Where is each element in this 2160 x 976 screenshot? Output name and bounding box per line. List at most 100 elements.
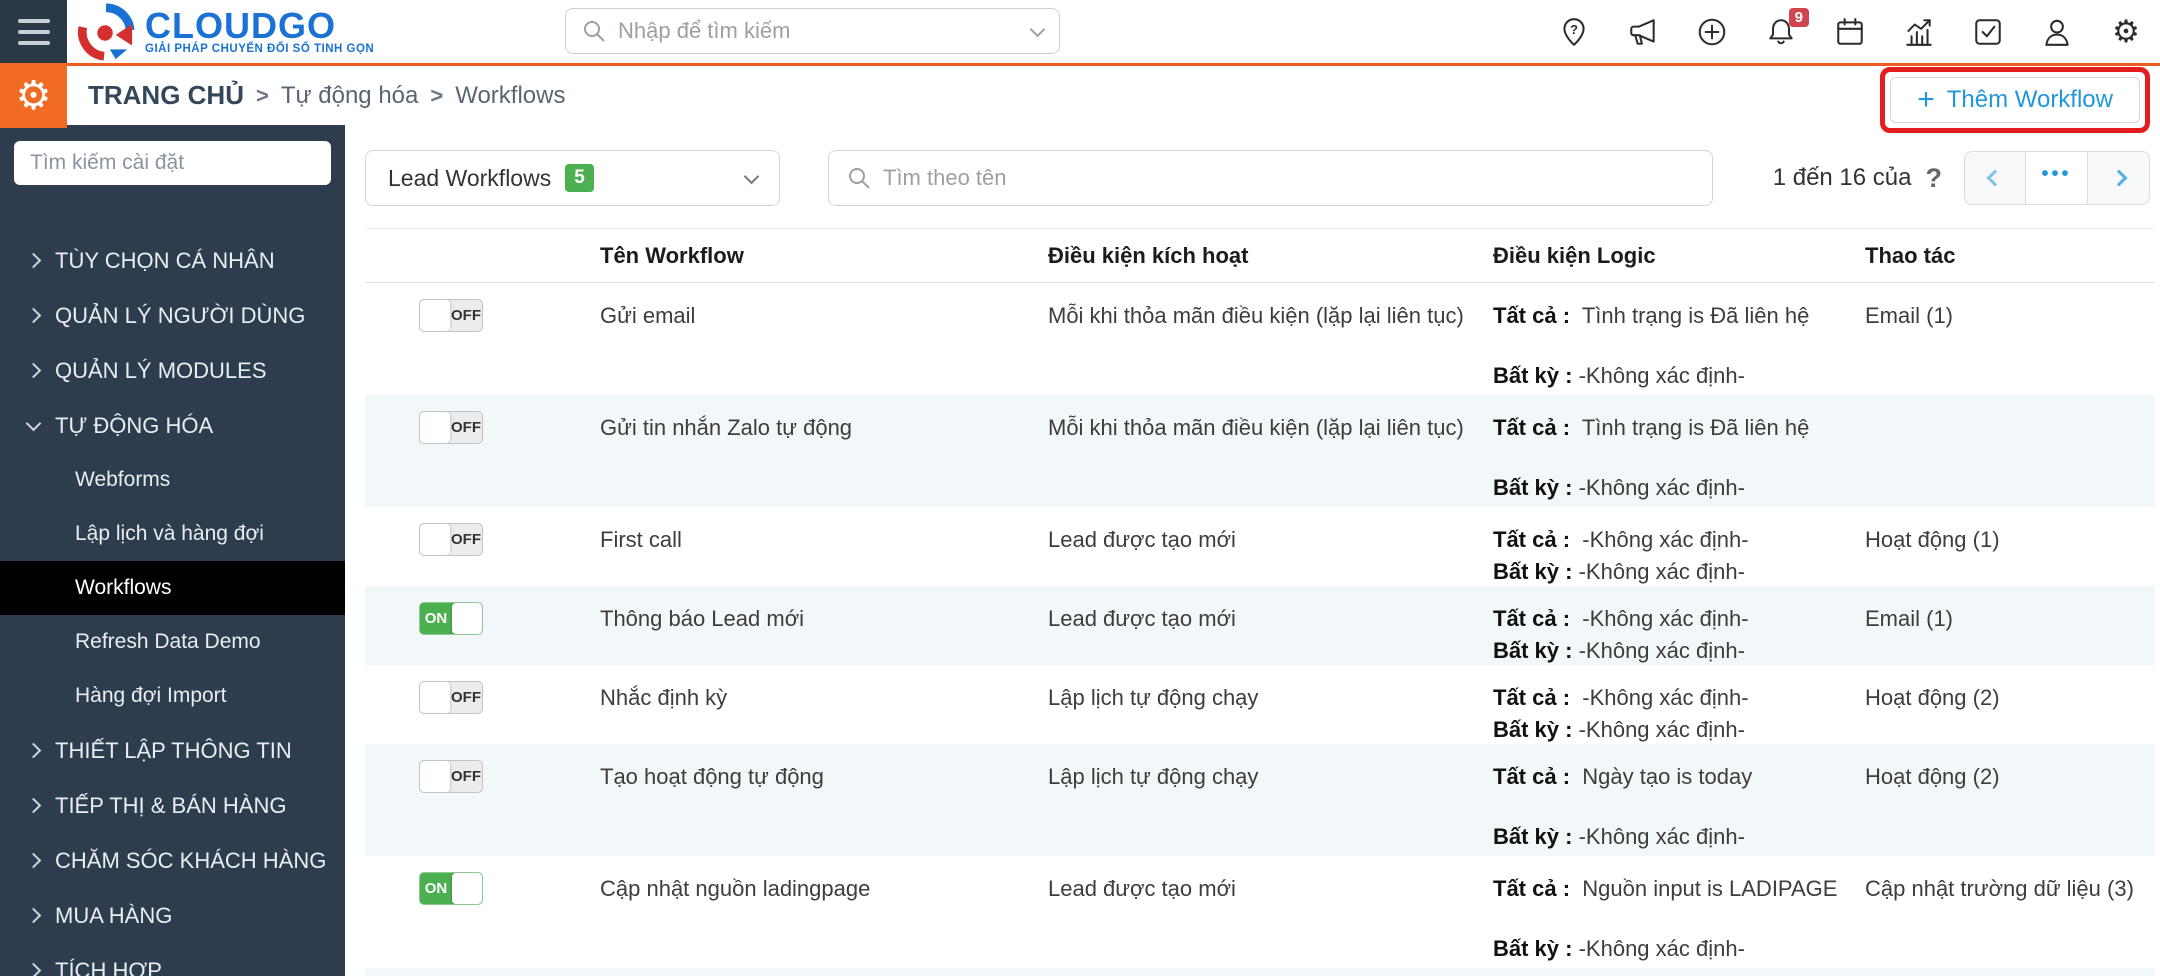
- sidebar-group-1[interactable]: QUẢN LÝ NGƯỜI DÙNG: [0, 288, 345, 343]
- tasks-icon[interactable]: [1972, 16, 2004, 48]
- calendar-icon[interactable]: [1834, 16, 1866, 48]
- sidebar-item-webforms[interactable]: Webforms: [0, 453, 345, 507]
- workflow-enabled-toggle[interactable]: OFF: [419, 411, 483, 444]
- sidebar-group-label: TÙY CHỌN CÁ NHÂN: [55, 247, 275, 273]
- workflow-name[interactable]: Gửi tin nhắn Zalo tự động: [575, 395, 1023, 441]
- workflow-type-dropdown[interactable]: Lead Workflows 5: [365, 150, 780, 206]
- toggle-knob: [452, 873, 482, 904]
- global-search[interactable]: [565, 8, 1060, 54]
- logic-any-line: Bất kỳ : -Không xác định-: [1493, 475, 1745, 500]
- workflow-name[interactable]: First call: [575, 507, 1023, 553]
- workflow-name[interactable]: Tạo hoạt động tự động: [575, 744, 1023, 790]
- workflow-logic: Tất cả : Nguồn input is CRM: [1468, 968, 1840, 976]
- toggle-state-label: OFF: [451, 307, 481, 324]
- workflow-trigger: Lead được tạo mới: [1048, 527, 1236, 552]
- toggle-knob: [420, 524, 450, 555]
- table-row: OFF Nhắc định kỳ Lập lịch tự động chạy Tất …: [365, 665, 2155, 744]
- logic-any-line: Bất kỳ : -Không xác định-: [1493, 559, 1745, 584]
- workflow-name[interactable]: Nhắc định kỳ: [575, 665, 1023, 711]
- settings-icon[interactable]: ⚙: [2110, 16, 2142, 48]
- sidebar-group-label: TÍCH HỢP: [55, 957, 162, 976]
- workflow-actions: [1840, 395, 2155, 415]
- toggle-knob: [420, 412, 450, 443]
- sidebar-group-8[interactable]: TÍCH HỢP: [0, 943, 345, 976]
- workflow-logic: Tất cả : Nguồn input is LADIPAGE Bất kỳ :…: [1468, 856, 1840, 962]
- sidebar-group-2[interactable]: QUẢN LÝ MODULES: [0, 343, 345, 398]
- workflow-name[interactable]: Cập nhật nguồn ladingpage: [575, 856, 1023, 902]
- prev-page-button[interactable]: [1964, 151, 2026, 205]
- breadcrumb-separator: >: [256, 82, 269, 108]
- workflow-actions: Hoạt động (2): [1865, 764, 2000, 789]
- hamburger-menu-icon[interactable]: [0, 0, 67, 63]
- workflow-trigger: Lead được tạo mới: [1048, 876, 1236, 901]
- reports-icon[interactable]: [1903, 16, 1935, 48]
- location-help-icon[interactable]: ?: [1558, 16, 1590, 48]
- workflow-name[interactable]: Gửi email: [575, 283, 1023, 329]
- logic-all-line: Tất cả : Tình trạng is Đã liên hệ: [1493, 303, 1810, 328]
- breadcrumb-item-automation[interactable]: Tự động hóa: [281, 82, 419, 110]
- sidebar-item-refresh-data-demo[interactable]: Refresh Data Demo: [0, 615, 345, 669]
- pagination-total-help[interactable]: ?: [1926, 163, 1943, 194]
- toggle-cell: OFF: [365, 507, 575, 556]
- sidebar-group-7[interactable]: MUA HÀNG: [0, 888, 345, 943]
- breadcrumb-home[interactable]: TRANG CHỦ: [88, 80, 244, 111]
- table-row: ON Thông báo Lead mới Lead được tạo mới Tất…: [365, 586, 2155, 665]
- logic-any-line: Bất kỳ : -Không xác định-: [1493, 638, 1745, 663]
- chevron-right-icon: [25, 252, 42, 269]
- logic-all-line: Tất cả : Tình trạng is Đã liên hệ: [1493, 415, 1810, 440]
- sidebar-group-5[interactable]: TIẾP THỊ & BÁN HÀNG: [0, 778, 345, 833]
- workflow-enabled-toggle[interactable]: OFF: [419, 760, 483, 793]
- toggle-state-label: ON: [424, 880, 448, 897]
- sidebar-item-h-ng-i-import[interactable]: Hàng đợi Import: [0, 669, 345, 723]
- workflow-actions: Cập nhật trường dữ liệu (1): [1840, 968, 2155, 976]
- logic-all-line: Tất cả : -Không xác định-: [1493, 527, 1749, 552]
- workflow-name[interactable]: Thông báo Lead mới: [575, 586, 1023, 632]
- workflow-enabled-toggle[interactable]: OFF: [419, 681, 483, 714]
- add-workflow-button[interactable]: + Thêm Workflow: [1890, 77, 2140, 123]
- chevron-right-icon: [25, 962, 42, 976]
- page-list-button[interactable]: •••: [2026, 151, 2088, 205]
- quick-create-icon[interactable]: [1696, 16, 1728, 48]
- workflow-enabled-toggle[interactable]: OFF: [419, 523, 483, 556]
- app-logo[interactable]: CLOUDGO GIẢI PHÁP CHUYỂN ĐỔI SỐ TINH GỌN: [77, 2, 375, 61]
- search-icon: [584, 21, 605, 42]
- workflow-enabled-toggle[interactable]: OFF: [419, 299, 483, 332]
- chevron-right-icon: [25, 362, 42, 379]
- sidebar-group-4[interactable]: THIẾT LẬP THÔNG TIN: [0, 723, 345, 778]
- sidebar-item-workflows[interactable]: Workflows: [0, 561, 345, 615]
- brand-tagline: GIẢI PHÁP CHUYỂN ĐỔI SỐ TINH GỌN: [145, 42, 375, 55]
- announcements-icon[interactable]: [1627, 16, 1659, 48]
- workflow-logic: Tất cả : -Không xác định- Bất kỳ : -Không…: [1468, 586, 1840, 664]
- column-trigger: Điều kiện kích hoạt: [1048, 242, 1249, 268]
- next-page-button[interactable]: [2088, 151, 2150, 205]
- workflow-name-search-input[interactable]: [883, 165, 1694, 191]
- profile-icon[interactable]: [2041, 16, 2073, 48]
- workflow-name-search[interactable]: [828, 150, 1713, 206]
- toggle-knob: [420, 682, 450, 713]
- sidebar-group-3[interactable]: TỰ ĐỘNG HÓA: [0, 398, 345, 453]
- workflow-enabled-toggle[interactable]: ON: [419, 872, 483, 905]
- search-scope-chevron-icon[interactable]: [1029, 21, 1046, 37]
- toggle-knob: [452, 603, 482, 634]
- notification-count-badge: 9: [1788, 7, 1809, 27]
- sidebar-item-l-p-l-ch-v-h-ng-i[interactable]: Lập lịch và hàng đợi: [0, 507, 345, 561]
- notifications-icon[interactable]: 9: [1765, 7, 1809, 48]
- table-row: OFF Gửi tin nhắn Zalo tự động Mỗi khi thỏa…: [365, 395, 2155, 507]
- sidebar-group-label: TIẾP THỊ & BÁN HÀNG: [55, 792, 287, 818]
- chevron-right-icon: [25, 852, 42, 869]
- sidebar-group-6[interactable]: CHĂM SÓC KHÁCH HÀNG: [0, 833, 345, 888]
- settings-gear-tile[interactable]: ⚙: [0, 63, 67, 128]
- chevron-right-icon: [25, 742, 42, 759]
- chevron-right-icon: [25, 307, 42, 324]
- workflow-trigger: Lead được tạo mới: [1023, 968, 1468, 976]
- workflow-logic: Tất cả : Ngày tạo is today Bất kỳ : -Khôn…: [1468, 744, 1840, 850]
- sidebar-group-label: THIẾT LẬP THÔNG TIN: [55, 737, 292, 763]
- sidebar-group-0[interactable]: TÙY CHỌN CÁ NHÂN: [0, 233, 345, 288]
- workflow-trigger: Mỗi khi thỏa mãn điều kiện (lặp lại liên…: [1048, 415, 1464, 440]
- workflow-enabled-toggle[interactable]: ON: [419, 602, 483, 635]
- global-search-input[interactable]: [618, 18, 1020, 44]
- workflow-name[interactable]: Cập nhật Tình trạng qua nguồn OC Chat: [575, 968, 1023, 976]
- sidebar-search-input[interactable]: [14, 141, 331, 185]
- table-row: OFFCập nhật Tình trạng qua nguồn OC Chat…: [365, 968, 2155, 976]
- workflow-actions: Cập nhật trường dữ liệu (3): [1865, 876, 2134, 901]
